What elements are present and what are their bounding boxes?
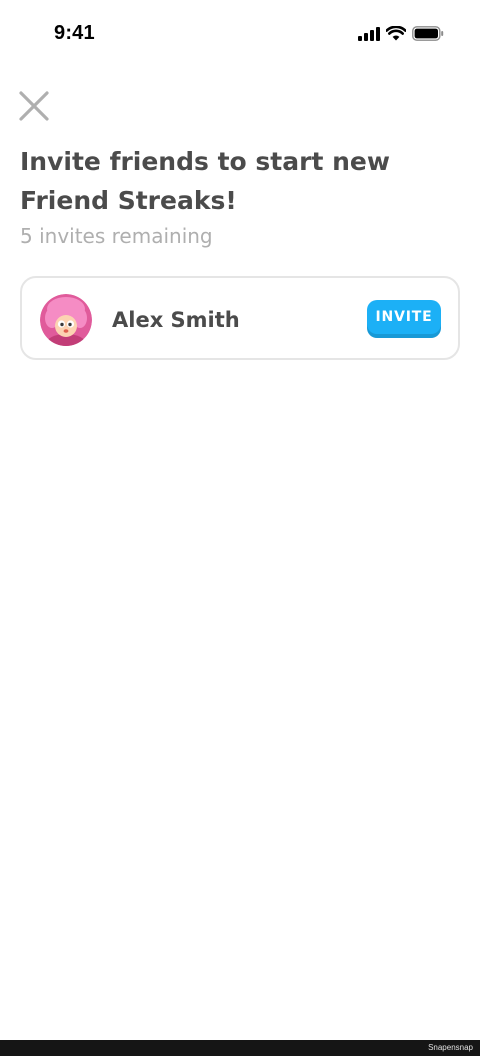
invites-remaining-text: 5 invites remaining [20, 224, 213, 248]
footer-bar: Snapensnap [0, 1040, 480, 1056]
cellular-signal-icon [358, 26, 380, 41]
status-time: 9:41 [54, 22, 95, 44]
avatar[interactable] [40, 294, 92, 346]
invite-button[interactable]: INVITE [367, 300, 441, 334]
page-title: Invite friends to start new Friend Strea… [20, 147, 390, 215]
status-bar: 9:41 [0, 0, 480, 72]
close-button[interactable] [18, 90, 50, 122]
friend-list-item: Alex Smith INVITE [20, 276, 460, 360]
close-icon [19, 91, 49, 121]
avatar-character-icon [40, 294, 92, 346]
status-icons [358, 26, 444, 41]
friend-name: Alex Smith [112, 308, 240, 332]
watermark: Snapensnap [428, 1043, 473, 1052]
wifi-icon [386, 26, 406, 41]
battery-icon [412, 26, 444, 41]
